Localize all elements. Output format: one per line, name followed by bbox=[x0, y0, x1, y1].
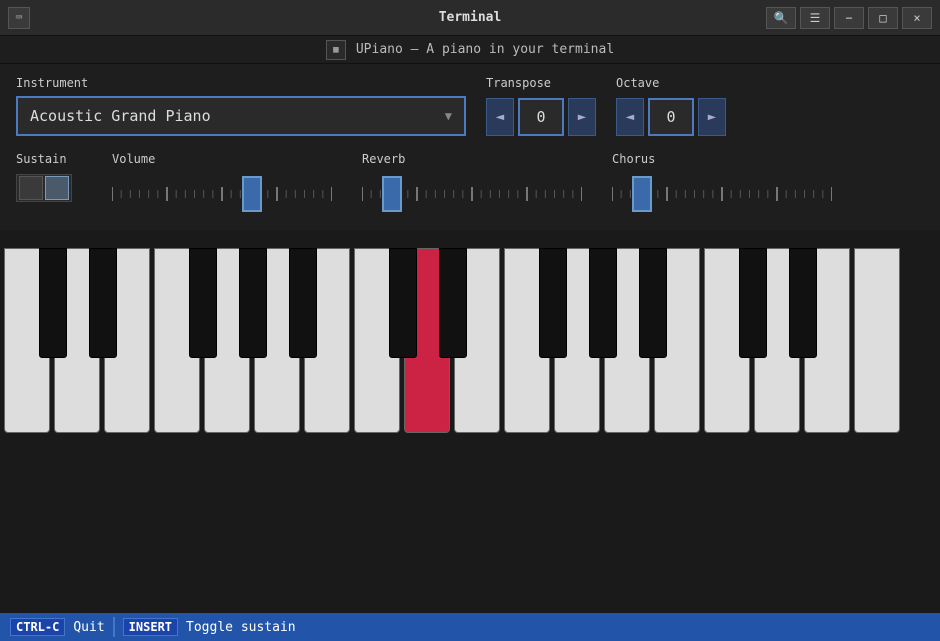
transpose-label: Transpose bbox=[486, 76, 596, 90]
sustain-label: Sustain bbox=[16, 152, 72, 166]
status-separator bbox=[113, 617, 115, 637]
app-icon: ⌨ bbox=[8, 7, 30, 29]
transpose-group: Transpose ◄ 0 ► bbox=[486, 76, 596, 136]
black-key-4[interactable] bbox=[239, 248, 267, 358]
transpose-dec-button[interactable]: ◄ bbox=[486, 98, 514, 136]
status-item-quit: CTRL-C Quit bbox=[10, 618, 105, 636]
instrument-group: Instrument Acoustic Grand Piano ▼ bbox=[16, 76, 466, 136]
volume-ticks: (function(){ // rendered via JS below })… bbox=[112, 174, 332, 214]
chorus-thumb[interactable] bbox=[632, 176, 652, 212]
instrument-dropdown[interactable]: Acoustic Grand Piano ▼ bbox=[16, 96, 466, 136]
reverb-label: Reverb bbox=[362, 152, 582, 166]
black-key-12[interactable] bbox=[639, 248, 667, 358]
black-key-11[interactable] bbox=[589, 248, 617, 358]
search-button[interactable]: 🔍 bbox=[766, 7, 796, 29]
octave-group: Octave ◄ 0 ► bbox=[616, 76, 726, 136]
black-key-14[interactable] bbox=[739, 248, 767, 358]
black-key-15[interactable] bbox=[789, 248, 817, 358]
controls-section: Instrument Acoustic Grand Piano ▼ Transp… bbox=[0, 64, 940, 230]
quit-label: Quit bbox=[73, 620, 104, 635]
subtitle-icon: ▦ bbox=[326, 40, 346, 60]
black-key-3[interactable] bbox=[189, 248, 217, 358]
chorus-slider[interactable] bbox=[612, 174, 832, 214]
black-key-5[interactable] bbox=[289, 248, 317, 358]
volume-label: Volume bbox=[112, 152, 332, 166]
subtitle-text: UPiano — A piano in your terminal bbox=[356, 42, 614, 57]
black-key-1[interactable] bbox=[89, 248, 117, 358]
ctrl-c-key: CTRL-C bbox=[10, 618, 65, 636]
volume-slider[interactable]: (function(){ // rendered via JS below })… bbox=[112, 174, 332, 214]
status-item-insert: INSERT Toggle sustain bbox=[123, 618, 296, 636]
main-content: ▦ UPiano — A piano in your terminal Inst… bbox=[0, 36, 940, 613]
reverb-thumb[interactable] bbox=[382, 176, 402, 212]
transpose-inc-button[interactable]: ► bbox=[568, 98, 596, 136]
octave-dec-button[interactable]: ◄ bbox=[616, 98, 644, 136]
minimize-button[interactable]: − bbox=[834, 7, 864, 29]
white-key-17[interactable] bbox=[854, 248, 900, 433]
piano-wrapper bbox=[0, 230, 940, 613]
titlebar: ⌨ Terminal 🔍 ☰ − □ × bbox=[0, 0, 940, 36]
black-key-8[interactable] bbox=[439, 248, 467, 358]
volume-group: Volume (function(){ // rendered via JS b… bbox=[112, 152, 332, 214]
sustain-group: Sustain bbox=[16, 152, 72, 202]
volume-thumb[interactable] bbox=[242, 176, 262, 212]
chorus-group: Chorus bbox=[612, 152, 832, 214]
insert-key: INSERT bbox=[123, 618, 178, 636]
toggle-sustain-label: Toggle sustain bbox=[186, 620, 296, 635]
octave-inc-button[interactable]: ► bbox=[698, 98, 726, 136]
sustain-off-indicator bbox=[19, 176, 43, 200]
sustain-toggle[interactable] bbox=[16, 174, 72, 202]
subtitle-bar: ▦ UPiano — A piano in your terminal bbox=[0, 36, 940, 64]
menu-button[interactable]: ☰ bbox=[800, 7, 830, 29]
instrument-value: Acoustic Grand Piano bbox=[30, 107, 211, 125]
reverb-slider[interactable] bbox=[362, 174, 582, 214]
octave-value: 0 bbox=[648, 98, 694, 136]
instrument-label: Instrument bbox=[16, 76, 466, 90]
transpose-value: 0 bbox=[518, 98, 564, 136]
window-title: Terminal bbox=[439, 10, 502, 25]
dropdown-arrow-icon: ▼ bbox=[445, 109, 452, 123]
sustain-on-indicator bbox=[45, 176, 69, 200]
chorus-label: Chorus bbox=[612, 152, 832, 166]
maximize-button[interactable]: □ bbox=[868, 7, 898, 29]
piano-keyboard[interactable] bbox=[4, 238, 936, 433]
close-button[interactable]: × bbox=[902, 7, 932, 29]
black-key-0[interactable] bbox=[39, 248, 67, 358]
octave-label: Octave bbox=[616, 76, 726, 90]
black-key-10[interactable] bbox=[539, 248, 567, 358]
black-key-7[interactable] bbox=[389, 248, 417, 358]
statusbar: CTRL-C Quit INSERT Toggle sustain bbox=[0, 613, 940, 641]
reverb-group: Reverb bbox=[362, 152, 582, 214]
